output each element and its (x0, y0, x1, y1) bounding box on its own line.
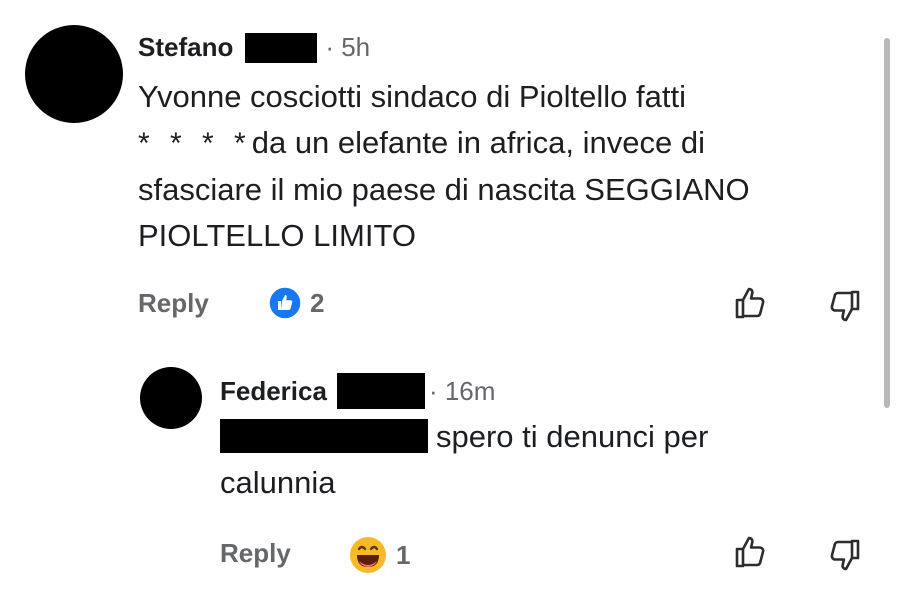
timestamp[interactable]: · 16m (429, 376, 495, 407)
author-name[interactable]: Federica (220, 376, 327, 407)
comment-line-rest: da un elefante in africa, invece di (251, 125, 705, 160)
redacted-name (336, 373, 425, 409)
reaction-summary[interactable]: 2 (268, 286, 324, 320)
comment-line: sfasciare il mio paese di nascita SEGGIA… (138, 172, 750, 207)
haha-reaction-icon (350, 537, 386, 573)
comment-header: Stefano a · 5h (138, 32, 370, 63)
like-reaction-icon (268, 286, 302, 320)
reaction-summary[interactable]: 1 (348, 535, 410, 575)
avatar[interactable] (140, 367, 202, 429)
scrollbar[interactable] (884, 38, 890, 408)
comment-line: * * * *da un elefante in africa, invece … (138, 120, 858, 167)
like-icon[interactable] (733, 285, 769, 321)
redacted-mention (220, 419, 428, 453)
redacted-name-tail (309, 32, 318, 63)
comment-line: spero ti denunci per (220, 414, 840, 460)
comment-header: Federica · 16m (220, 373, 495, 409)
reply-button[interactable]: Reply (138, 288, 209, 319)
avatar[interactable] (25, 25, 123, 123)
dislike-icon[interactable] (826, 537, 862, 573)
redacted-name (245, 32, 310, 63)
author-name[interactable]: Stefano (138, 32, 233, 63)
reaction-count: 2 (310, 287, 325, 318)
timestamp[interactable]: · 5h (325, 32, 370, 63)
comment-text: Yvonne cosciotti sindaco di Pioltello fa… (138, 74, 858, 259)
comment-line: PIOLTELLO LIMITO (138, 218, 416, 253)
reaction-count: 1 (396, 539, 411, 570)
reply-button[interactable]: Reply (220, 538, 291, 569)
like-icon[interactable] (733, 534, 769, 570)
comment-line: calunnia (220, 465, 336, 500)
censored-text: * * * * (138, 127, 252, 160)
comment-line: Yvonne cosciotti sindaco di Pioltello fa… (138, 79, 686, 114)
comment-line-rest: spero ti denunci per (436, 419, 709, 454)
dislike-icon[interactable] (826, 288, 862, 324)
comment-text: spero ti denunci per calunnia (220, 414, 840, 506)
